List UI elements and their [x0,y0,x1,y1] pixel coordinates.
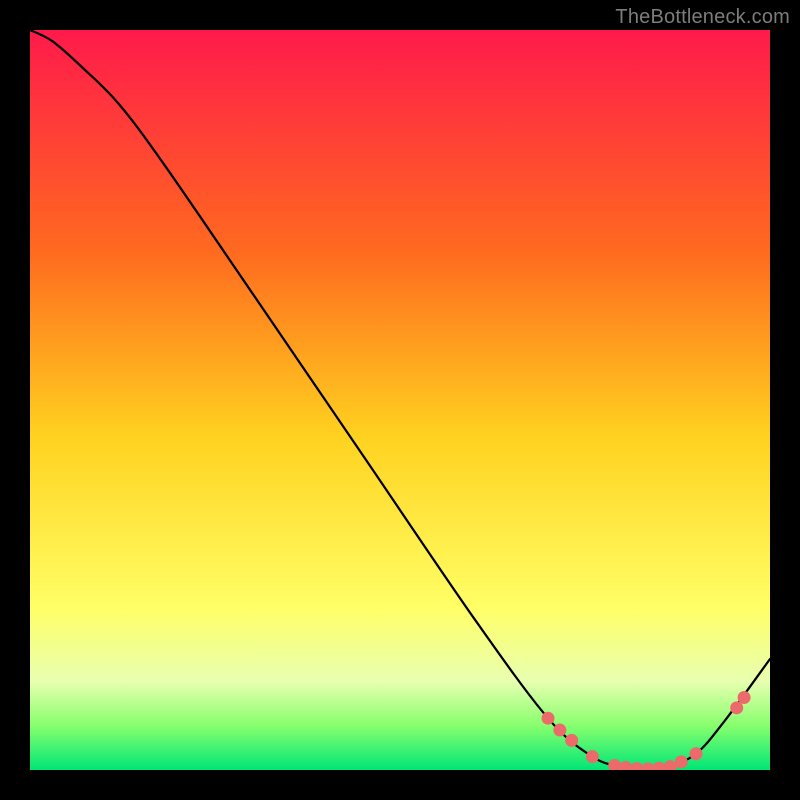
curve-marker [553,724,566,737]
chart-svg [30,30,770,770]
curve-marker [690,747,703,760]
curve-marker [542,712,555,725]
gradient-background [30,30,770,770]
attribution-text: TheBottleneck.com [615,6,790,29]
curve-marker [675,755,688,768]
curve-marker [738,691,751,704]
plot-area [30,30,770,770]
curve-marker [586,750,599,763]
curve-marker [565,734,578,747]
chart-frame: TheBottleneck.com [0,0,800,800]
